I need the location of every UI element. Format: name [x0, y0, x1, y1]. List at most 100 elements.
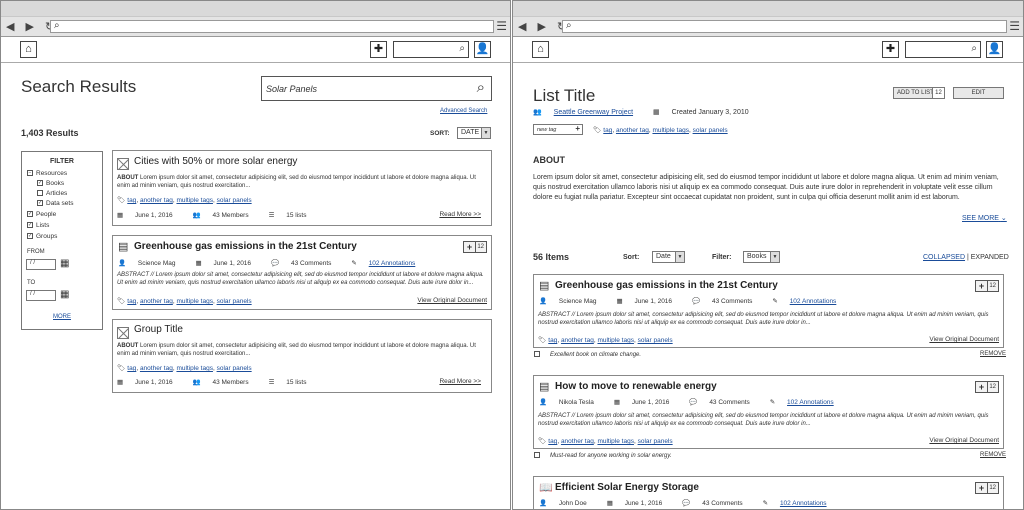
filter-datasets[interactable]: ✓ Data sets [37, 200, 73, 207]
add-button[interactable]: ✚ [370, 41, 387, 58]
calendar-icon[interactable]: ▦ [60, 289, 69, 300]
list-owner: 👥 Seattle Greenway Project [533, 109, 634, 116]
new-tag-input[interactable]: new tag + [533, 124, 583, 135]
filter-books[interactable]: ✓ Books [37, 180, 64, 187]
add-button[interactable]: ✚ [882, 41, 899, 58]
browser-chrome: ◀ ▶ ↻ ⌕ ☰ [513, 1, 1023, 37]
item-title[interactable]: How to move to renewable energy [555, 381, 717, 392]
view-document-link[interactable]: View Original Document [929, 437, 999, 444]
view-document-link[interactable]: View Original Document [417, 297, 487, 304]
result-title[interactable]: Cities with 50% or more solar energy [134, 156, 297, 167]
menu-icon[interactable]: ☰ [496, 19, 507, 33]
item-title[interactable]: Efficient Solar Energy Storage [555, 482, 699, 493]
address-bar[interactable]: ⌕ [50, 20, 494, 33]
item-abstract: ABSTRACT // Lorem ipsum dolor sit amet, … [538, 312, 989, 326]
add-count: 12 [932, 88, 944, 98]
list-icon: ☰ [268, 379, 275, 386]
list-item-card[interactable]: ▤ Greenhouse gas emissions in the 21st C… [533, 274, 1004, 348]
filter-people[interactable]: ✓ People [27, 211, 56, 218]
search-icon: ⌕ [459, 43, 465, 54]
address-bar[interactable]: ⌕ [562, 20, 1007, 33]
result-card[interactable]: ▤ Greenhouse gas emissions in the 21st C… [112, 235, 492, 310]
add-to-list-button[interactable]: +12 [463, 241, 487, 253]
sort-value: DATE [461, 129, 480, 136]
home-button[interactable]: ⌂ [20, 41, 37, 58]
calendar-icon: ▦ [117, 212, 124, 219]
see-more-link[interactable]: SEE MORE ⌄ [962, 214, 1007, 222]
collapsed-toggle[interactable]: COLLAPSED [923, 254, 965, 261]
item-title[interactable]: Greenhouse gas emissions in the 21st Cen… [555, 280, 778, 291]
read-more-link[interactable]: Read More >> [439, 378, 481, 385]
more-link[interactable]: MORE [22, 314, 102, 320]
from-date-input[interactable]: / / [26, 259, 56, 270]
sort-select[interactable]: Date ▼ [652, 251, 685, 263]
document-icon: ▤ [118, 241, 129, 253]
edit-button[interactable]: EDIT [953, 87, 1004, 99]
view-toggle: COLLAPSED | EXPANDED [923, 254, 1009, 261]
add-to-list-button[interactable]: +12 [975, 381, 999, 393]
result-meta: ▦ June 1, 2016 👥 43 Members ☰ 15 lists [117, 212, 307, 219]
to-date-input[interactable]: / / [26, 290, 56, 301]
list-item-card[interactable]: 📖 Efficient Solar Energy Storage +12 👤 J… [533, 476, 1004, 509]
chevron-down-icon: ▼ [481, 128, 490, 138]
note-checkbox[interactable] [534, 452, 540, 458]
tag-list: 🏷 tag, another tag, multiple tags, solar … [538, 337, 673, 344]
advanced-search-link[interactable]: Advanced Search [440, 108, 487, 114]
expanded-toggle[interactable]: EXPANDED [971, 254, 1009, 261]
calendar-icon[interactable]: ▦ [60, 258, 69, 269]
plus-icon: + [575, 124, 580, 133]
comment-icon: 💬 [682, 500, 691, 507]
result-title[interactable]: Greenhouse gas emissions in the 21st Cen… [134, 241, 357, 252]
result-card[interactable]: Group Title ABOUT Lorem ipsum dolor sit … [112, 319, 492, 393]
item-abstract: ABSTRACT // Lorem ipsum dolor sit amet, … [538, 413, 989, 427]
read-more-link[interactable]: Read More >> [439, 211, 481, 218]
app-header: ⌂ ✚ ⌕ 👤 [1, 37, 510, 63]
chevron-down-icon: ▼ [675, 252, 684, 262]
filter-title: FILTER [50, 158, 74, 165]
filter-select[interactable]: Books ▼ [743, 251, 780, 263]
main-search-input[interactable]: Solar Panels ⌕ [261, 76, 492, 101]
user-button[interactable]: 👤 [986, 41, 1003, 58]
remove-link[interactable]: REMOVE [980, 351, 1006, 357]
result-title[interactable]: Group Title [134, 324, 183, 335]
add-to-list-button[interactable]: +12 [975, 482, 999, 494]
home-button[interactable]: ⌂ [532, 41, 549, 58]
tag-icon: 🏷 [538, 337, 547, 344]
menu-icon[interactable]: ☰ [1009, 19, 1020, 33]
result-abstract: ABSTRACT // Lorem ipsum dolor sit amet, … [117, 272, 484, 286]
filter-label: Filter: [712, 254, 732, 261]
item-note: Must-read for anyone working in solar en… [534, 452, 682, 459]
item-meta: 👤 Science Mag ▦ June 1, 2016 💬 43 Comments… [539, 298, 837, 305]
filter-resources[interactable]: − Resources [27, 170, 67, 177]
header-search-input[interactable]: ⌕ [393, 41, 469, 58]
search-icon[interactable]: ⌕ [477, 79, 485, 96]
tag-list: 🏷 tag, another tag, multiple tags, solar … [117, 365, 252, 372]
placeholder-image-icon [117, 155, 129, 173]
note-checkbox[interactable] [534, 351, 540, 357]
filter-lists[interactable]: ✓ Lists [27, 222, 49, 229]
add-to-list-button[interactable]: ADD TO LIST 12 [893, 87, 945, 99]
list-icon: ☰ [268, 212, 275, 219]
sort-select[interactable]: DATE ▼ [457, 127, 491, 139]
filter-articles[interactable]: Articles [37, 190, 67, 197]
item-meta: 👤 Nikola Tesla ▦ June 1, 2016 💬 43 Comment… [539, 399, 834, 406]
sort-label: Sort: [623, 254, 640, 261]
tag-icon: 🏷 [593, 127, 602, 134]
about-heading: ABOUT [533, 155, 565, 165]
list-title: List Title [533, 86, 596, 105]
search-icon: ⌕ [971, 43, 977, 54]
add-to-list-button[interactable]: +12 [975, 280, 999, 292]
edit-icon: ✎ [351, 260, 357, 267]
item-meta: 👤 John Doe ▦ June 1, 2016 💬 43 Comments ✎ 1… [539, 500, 827, 507]
view-document-link[interactable]: View Original Document [929, 336, 999, 343]
calendar-icon: ▦ [117, 379, 124, 386]
tag-list: 🏷 tag, another tag, multiple tags, solar … [117, 298, 252, 305]
list-item-card[interactable]: ▤ How to move to renewable energy +12 👤 … [533, 375, 1004, 449]
document-icon: ▤ [539, 381, 550, 393]
filter-groups[interactable]: ✓ Groups [27, 233, 57, 240]
remove-link[interactable]: REMOVE [980, 452, 1006, 458]
user-button[interactable]: 👤 [474, 41, 491, 58]
header-search-input[interactable]: ⌕ [905, 41, 981, 58]
result-card[interactable]: Cities with 50% or more solar energy ABO… [112, 150, 492, 226]
calendar-icon: ▦ [613, 399, 620, 406]
